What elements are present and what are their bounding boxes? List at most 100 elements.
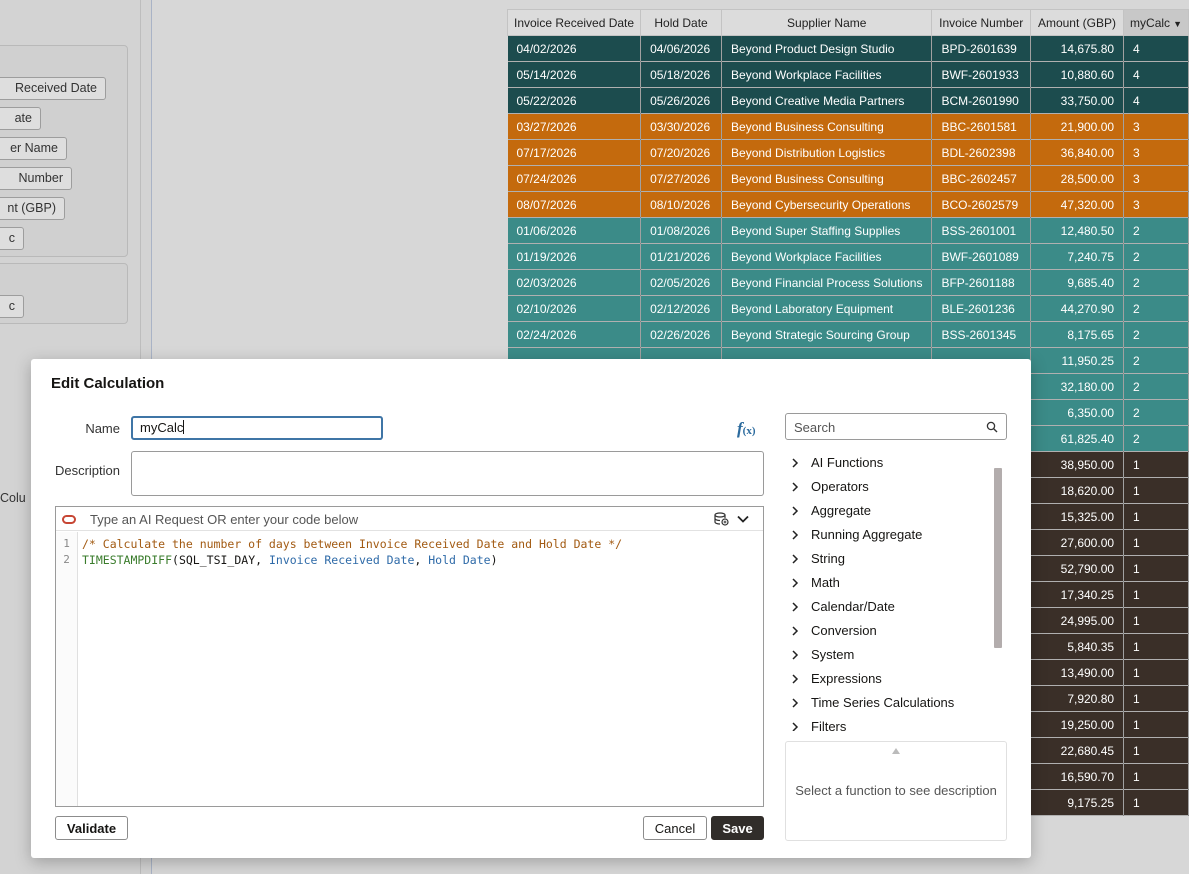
column-header[interactable]: Invoice Received Date <box>506 9 642 36</box>
table-cell: Beyond Business Consulting <box>721 113 933 140</box>
table-cell: 1 <box>1123 685 1189 712</box>
text-caret <box>183 420 185 434</box>
pill-supplier-name[interactable]: er Name <box>0 137 67 160</box>
table-cell: 02/24/2026 <box>507 321 642 348</box>
function-category-item[interactable]: Conversion <box>785 619 1007 643</box>
table-cell: 07/20/2026 <box>640 139 723 166</box>
table-row[interactable]: 05/22/2026 05/26/2026 Beyond Creative Medi… <box>507 87 1189 114</box>
function-category-item[interactable]: AI Functions <box>785 451 1007 475</box>
database-icon[interactable] <box>714 512 729 526</box>
table-cell: 02/10/2026 <box>507 295 642 322</box>
table-cell: 01/06/2026 <box>507 217 642 244</box>
code-interval: SQL_TSI_DAY <box>178 553 256 567</box>
function-list-scrollbar[interactable] <box>994 468 1002 648</box>
function-icon[interactable]: f(x) <box>737 419 756 439</box>
table-cell: BWF-2601089 <box>931 243 1031 270</box>
function-category-list: AI Functions Operators Aggregate Running Ag… <box>785 451 1007 731</box>
expression-editor[interactable]: Type an AI Request OR enter your code be… <box>55 506 764 807</box>
table-row[interactable]: 08/07/2026 08/10/2026 Beyond Cybersecurity… <box>507 191 1189 218</box>
function-description-text: Select a function to see description <box>795 783 997 798</box>
table-row[interactable]: 07/24/2026 07/27/2026 Beyond Business Cons… <box>507 165 1189 192</box>
function-category-item[interactable]: Expressions <box>785 667 1007 691</box>
table-cell: 10,880.60 <box>1030 61 1125 88</box>
pill-invoice-number[interactable]: Number <box>0 167 72 190</box>
chevron-right-icon[interactable] <box>790 721 800 731</box>
function-category-item[interactable]: Filters <box>785 715 1007 731</box>
chevron-right-icon[interactable] <box>790 673 800 685</box>
cancel-button[interactable]: Cancel <box>643 816 707 840</box>
pill-amount[interactable]: nt (GBP) <box>0 197 65 220</box>
function-category-item[interactable]: String <box>785 547 1007 571</box>
chevron-right-icon[interactable] <box>790 697 800 709</box>
name-input[interactable]: myCalc <box>131 416 383 440</box>
table-row[interactable]: 07/17/2026 07/20/2026 Beyond Distribution … <box>507 139 1189 166</box>
chevron-right-icon[interactable] <box>790 649 800 661</box>
function-category-label: Conversion <box>811 623 877 638</box>
chevron-right-icon[interactable] <box>790 529 800 541</box>
table-row[interactable]: 02/24/2026 02/26/2026 Beyond Strategic Sou… <box>507 321 1189 348</box>
function-category-item[interactable]: System <box>785 643 1007 667</box>
search-icon[interactable] <box>986 421 998 433</box>
function-category-item[interactable]: Running Aggregate <box>785 523 1007 547</box>
pill-color-mycalc[interactable]: c <box>0 295 24 318</box>
table-row[interactable]: 01/19/2026 01/21/2026 Beyond Workplace Fac… <box>507 243 1189 270</box>
ai-request-placeholder[interactable]: Type an AI Request OR enter your code be… <box>90 512 358 527</box>
pill-received-date[interactable]: Received Date <box>0 77 106 100</box>
table-row[interactable]: 02/03/2026 02/05/2026 Beyond Financial Pro… <box>507 269 1189 296</box>
chevron-right-icon[interactable] <box>790 553 800 565</box>
table-cell: Beyond Business Consulting <box>721 165 933 192</box>
collapse-up-icon[interactable] <box>892 748 900 754</box>
table-cell: 7,920.80 <box>1030 685 1125 712</box>
table-cell: 1 <box>1123 581 1189 608</box>
table-cell: 47,320.00 <box>1030 191 1125 218</box>
code-separator: , <box>255 553 269 567</box>
description-input[interactable] <box>131 451 764 496</box>
column-header[interactable]: Amount (GBP) <box>1029 9 1125 36</box>
ai-request-bar[interactable]: Type an AI Request OR enter your code be… <box>56 507 763 531</box>
code-line-1: /* Calculate the number of days between … <box>82 536 759 552</box>
table-cell: 2 <box>1123 425 1189 452</box>
column-header-mycalc[interactable]: myCalc ▼ <box>1123 9 1189 36</box>
chevron-down-icon[interactable] <box>736 512 750 526</box>
code-area[interactable]: /* Calculate the number of days between … <box>82 536 759 568</box>
column-header[interactable]: Hold Date <box>640 9 723 36</box>
pill-hold-date[interactable]: ate <box>0 107 41 130</box>
table-cell: 4 <box>1123 61 1189 88</box>
function-category-item[interactable]: Operators <box>785 475 1007 499</box>
chevron-right-icon[interactable] <box>790 601 800 613</box>
table-cell: 3 <box>1123 113 1189 140</box>
code-line-2: TIMESTAMPDIFF(SQL_TSI_DAY, Invoice Recei… <box>82 552 759 568</box>
chevron-right-icon[interactable] <box>790 481 800 493</box>
function-category-item[interactable]: Time Series Calculations <box>785 691 1007 715</box>
chevron-right-icon[interactable] <box>790 505 800 517</box>
chevron-right-icon[interactable] <box>790 625 800 637</box>
table-row[interactable]: 03/27/2026 03/30/2026 Beyond Business Cons… <box>507 113 1189 140</box>
dialog-title: Edit Calculation <box>51 375 165 392</box>
table-cell: 9,685.40 <box>1030 269 1125 296</box>
chevron-right-icon[interactable] <box>790 577 800 589</box>
table-row[interactable]: 04/02/2026 04/06/2026 Beyond Product Desig… <box>507 35 1189 62</box>
table-cell: BDL-2602398 <box>931 139 1031 166</box>
table-cell: 1 <box>1123 477 1189 504</box>
column-header[interactable]: Supplier Name <box>721 9 933 36</box>
function-search-input[interactable]: Search <box>785 413 1007 440</box>
column-header[interactable]: Invoice Number <box>931 9 1031 36</box>
table-cell: Beyond Workplace Facilities <box>721 61 933 88</box>
function-category-item[interactable]: Calendar/Date <box>785 595 1007 619</box>
validate-button[interactable]: Validate <box>55 816 128 840</box>
function-category-label: Aggregate <box>811 503 871 518</box>
function-category-item[interactable]: Math <box>785 571 1007 595</box>
function-category-item[interactable]: Aggregate <box>785 499 1007 523</box>
table-row[interactable]: 02/10/2026 02/12/2026 Beyond Laboratory Eq… <box>507 295 1189 322</box>
line-number: 2 <box>63 553 70 566</box>
table-cell: Beyond Distribution Logistics <box>721 139 933 166</box>
pill-mycalc[interactable]: c <box>0 227 24 250</box>
table-cell: 11,950.25 <box>1030 347 1125 374</box>
table-cell: 2 <box>1123 295 1189 322</box>
save-button[interactable]: Save <box>711 816 764 840</box>
chevron-right-icon[interactable] <box>790 457 800 469</box>
table-row[interactable]: 05/14/2026 05/18/2026 Beyond Workplace Fac… <box>507 61 1189 88</box>
table-row[interactable]: 01/06/2026 01/08/2026 Beyond Super Staffin… <box>507 217 1189 244</box>
table-cell: 16,590.70 <box>1030 763 1125 790</box>
code-function: TIMESTAMPDIFF <box>82 553 173 567</box>
